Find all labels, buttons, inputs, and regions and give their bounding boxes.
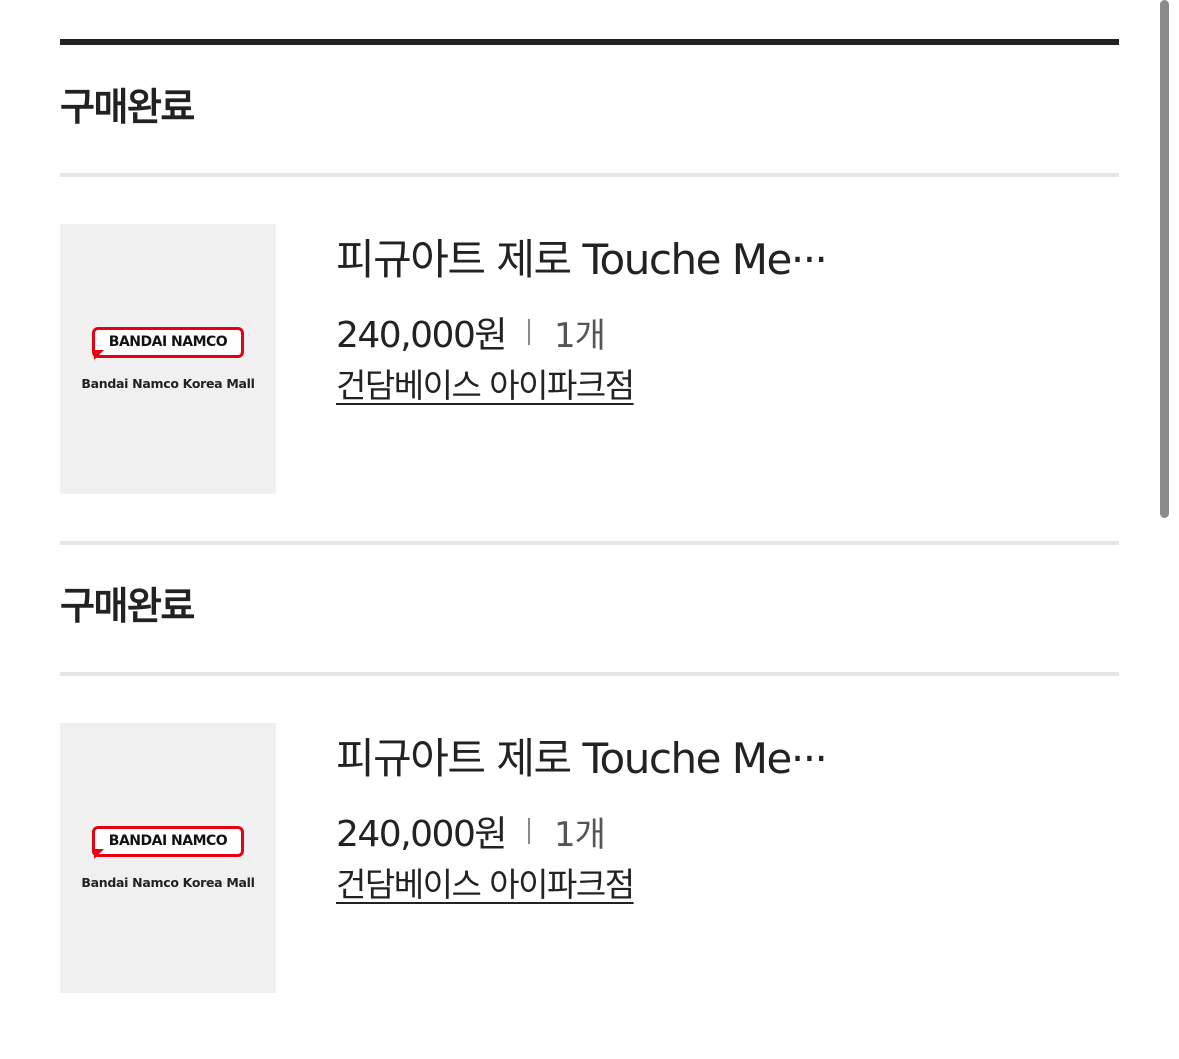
order-history-page: 구매완료 BANDAI NAMCO Bandai Namco Korea Mal… [0,0,1179,1059]
divider [60,173,1119,177]
divider [60,672,1119,676]
order-card: 구매완료 BANDAI NAMCO Bandai Namco Korea Mal… [60,45,1119,545]
product-quantity: 1개 [554,315,606,356]
bandai-namco-logo: BANDAI NAMCO [92,327,244,358]
product-price: 240,000원 [336,315,508,356]
product-info: 피규아트 제로 Touche Me··· 240,000원 1개 건담베이스 아… [336,224,1036,494]
product-name[interactable]: 피규아트 제로 Touche Me··· [336,234,828,286]
order-status: 구매완료 [60,584,195,628]
price-row: 240,000원 1개 [336,809,606,855]
product-thumbnail[interactable]: BANDAI NAMCO Bandai Namco Korea Mall [60,723,276,993]
store-link[interactable]: 건담베이스 아이파크점 [336,366,635,406]
product-quantity: 1개 [554,814,606,855]
product-price: 240,000원 [336,814,508,855]
separator [528,818,530,844]
separator [528,319,530,345]
bandai-namco-logo: BANDAI NAMCO [92,826,244,857]
product-thumbnail[interactable]: BANDAI NAMCO Bandai Namco Korea Mall [60,224,276,494]
order-card: 구매완료 BANDAI NAMCO Bandai Namco Korea Mal… [60,544,1119,1043]
product-info: 피규아트 제로 Touche Me··· 240,000원 1개 건담베이스 아… [336,723,1036,993]
logo-caption: Bandai Namco Korea Mall [81,376,255,391]
logo-speech-tail [94,849,104,859]
product-name[interactable]: 피규아트 제로 Touche Me··· [336,733,828,785]
logo-caption: Bandai Namco Korea Mall [81,875,255,890]
price-row: 240,000원 1개 [336,310,606,356]
scrollbar[interactable] [1160,0,1169,518]
order-status: 구매완료 [60,85,195,129]
logo-speech-tail [94,350,104,360]
store-link[interactable]: 건담베이스 아이파크점 [336,865,635,905]
